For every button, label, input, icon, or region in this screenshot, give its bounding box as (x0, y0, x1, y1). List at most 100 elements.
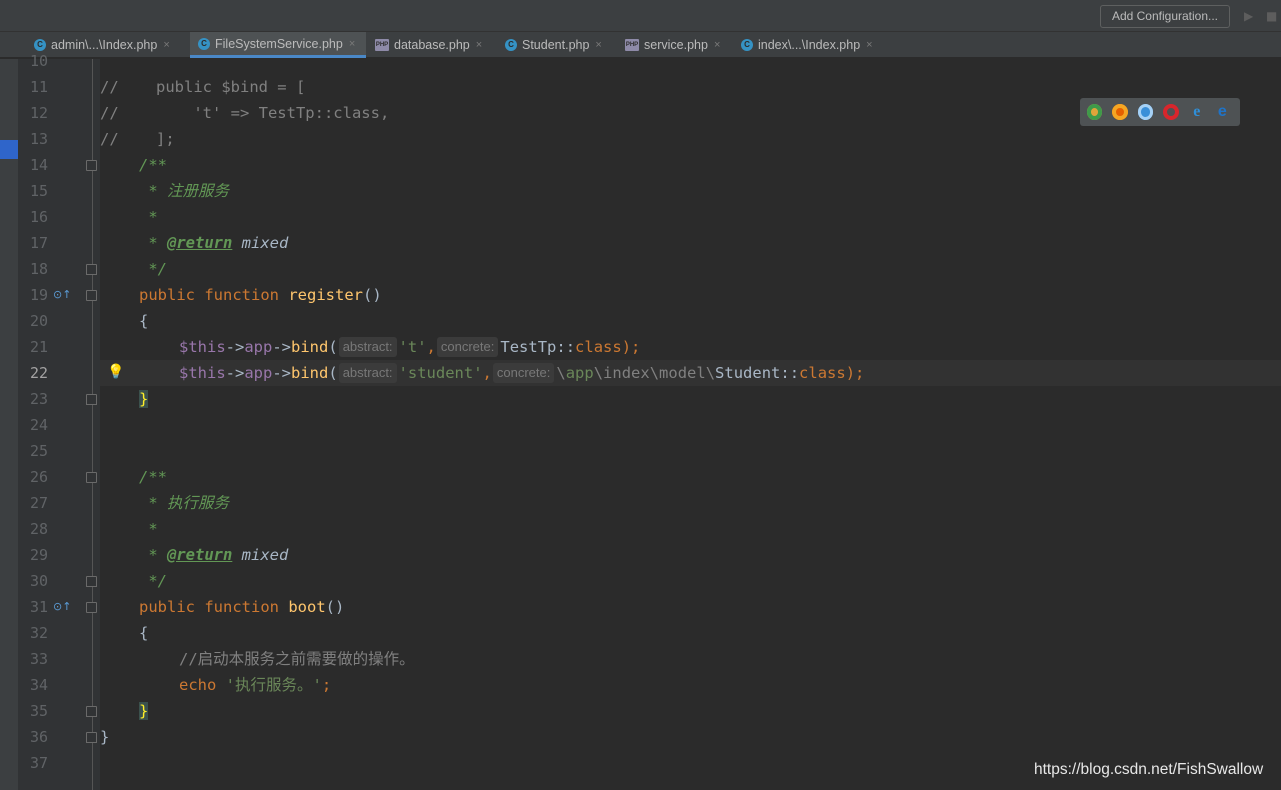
line-number: 20 (29, 312, 48, 330)
code-line: 35 } (0, 698, 1281, 724)
code-text: /** (139, 468, 167, 486)
line-number: 37 (29, 754, 48, 772)
code-text: //启动本服务之前需要做的操作。 (179, 650, 415, 668)
chrome-icon[interactable] (1087, 104, 1103, 120)
implements-method-icon[interactable]: ⊙↑ (53, 287, 71, 303)
fold-toggle-icon[interactable] (86, 160, 97, 171)
code-line: 14 /** (0, 152, 1281, 178)
code-text: // public $bind = [ (100, 78, 306, 96)
firefox-icon[interactable] (1112, 104, 1128, 120)
code-line: 16 * (0, 204, 1281, 230)
code-line: 19 ⊙↑ public function register() (0, 282, 1281, 308)
code-line: 32 { (0, 620, 1281, 646)
parameter-hint: abstract: (338, 363, 397, 383)
code-text: } (139, 698, 149, 724)
line-number: 28 (29, 520, 48, 538)
line-number: 23 (29, 390, 48, 408)
line-number: 16 (29, 208, 48, 226)
code-text: * (139, 520, 158, 538)
code-line: 13 // ]; (0, 126, 1281, 152)
code-line: 33 //启动本服务之前需要做的操作。 (0, 646, 1281, 672)
fold-toggle-icon[interactable] (86, 472, 97, 483)
line-number: 31 (29, 598, 48, 616)
play-icon[interactable]: ▶ (1244, 8, 1253, 24)
code-line: 30 */ (0, 568, 1281, 594)
lightbulb-icon[interactable]: 💡 (107, 362, 124, 382)
fold-toggle-icon[interactable] (86, 264, 97, 275)
add-configuration-button[interactable]: Add Configuration... (1100, 5, 1230, 28)
code-line: 25 (0, 438, 1281, 464)
line-number: 35 (29, 702, 48, 720)
code-text: } (100, 728, 110, 746)
fold-toggle-icon[interactable] (86, 602, 97, 613)
code-text: public function boot() (139, 598, 345, 616)
fold-toggle-icon[interactable] (86, 732, 97, 743)
code-text: * @return mixed (139, 234, 289, 252)
code-line: 36 } (0, 724, 1281, 750)
line-number: 34 (29, 676, 48, 694)
code-line: 11 // public $bind = [ (0, 74, 1281, 100)
safari-icon[interactable] (1137, 104, 1154, 120)
code-line: 21 $this->app->bind(abstract:'t', concret… (0, 334, 1281, 360)
code-line: 26 /** (0, 464, 1281, 490)
code-text: public function register() (139, 286, 382, 304)
line-number: 17 (29, 234, 48, 252)
code-line: 10 (0, 48, 1281, 74)
code-line: 27 * 执行服务 (0, 490, 1281, 516)
code-text: * 注册服务 (139, 182, 229, 200)
code-text: * @return mixed (139, 546, 289, 564)
code-text: * (139, 208, 158, 226)
fold-toggle-icon[interactable] (86, 706, 97, 717)
implements-method-icon[interactable]: ⊙↑ (53, 599, 71, 615)
line-number: 27 (29, 494, 48, 512)
code-text: echo '执行服务。'; (179, 676, 332, 694)
line-number: 22 (29, 364, 48, 382)
browser-preview-toolbar: e e (1080, 98, 1240, 126)
line-number: 11 (29, 78, 48, 96)
line-number: 33 (29, 650, 48, 668)
ie-icon[interactable]: e (1189, 104, 1204, 120)
opera-icon[interactable] (1163, 104, 1180, 120)
line-number: 12 (29, 104, 48, 122)
fold-toggle-icon[interactable] (86, 394, 97, 405)
code-text: // ]; (100, 130, 175, 148)
parameter-hint: abstract: (338, 337, 397, 357)
code-line: 24 (0, 412, 1281, 438)
line-number: 25 (29, 442, 48, 460)
line-number: 36 (29, 728, 48, 746)
code-line: 20 { (0, 308, 1281, 334)
watermark: https://blog.csdn.net/FishSwallow (1034, 761, 1264, 778)
code-text: * 执行服务 (139, 494, 229, 512)
line-number: 29 (29, 546, 48, 564)
code-line: 15 * 注册服务 (0, 178, 1281, 204)
code-text: */ (139, 260, 167, 278)
stop-icon[interactable]: ■ (1266, 8, 1277, 24)
line-number: 10 (29, 52, 48, 70)
code-line: 34 echo '执行服务。'; (0, 672, 1281, 698)
fold-toggle-icon[interactable] (86, 290, 97, 301)
line-number: 15 (29, 182, 48, 200)
code-line: 28 * (0, 516, 1281, 542)
code-line: 23 } (0, 386, 1281, 412)
top-toolbar: Add Configuration... ▶ ■ (0, 0, 1281, 32)
fold-toggle-icon[interactable] (86, 576, 97, 587)
code-text: // 't' => TestTp::class, (100, 104, 390, 122)
matched-brace: } (139, 702, 149, 720)
code-text: { (139, 312, 149, 330)
code-text: { (139, 624, 149, 642)
code-line: 17 * @return mixed (0, 230, 1281, 256)
parameter-hint: concrete: (492, 363, 555, 383)
line-number: 21 (29, 338, 48, 356)
line-number: 18 (29, 260, 48, 278)
code-text: /** (139, 156, 167, 174)
code-line: 31 ⊙↑ public function boot() (0, 594, 1281, 620)
edge-icon[interactable]: e (1215, 104, 1230, 120)
code-text: $this->app->bind(abstract:'t', concrete: T… (179, 337, 641, 357)
line-number: 13 (29, 130, 48, 148)
parameter-hint: concrete: (436, 337, 499, 357)
code-line: 18 */ (0, 256, 1281, 282)
code-text: } (139, 386, 149, 412)
code-text: */ (139, 572, 167, 590)
line-number: 32 (29, 624, 48, 642)
matched-brace: } (139, 390, 149, 408)
